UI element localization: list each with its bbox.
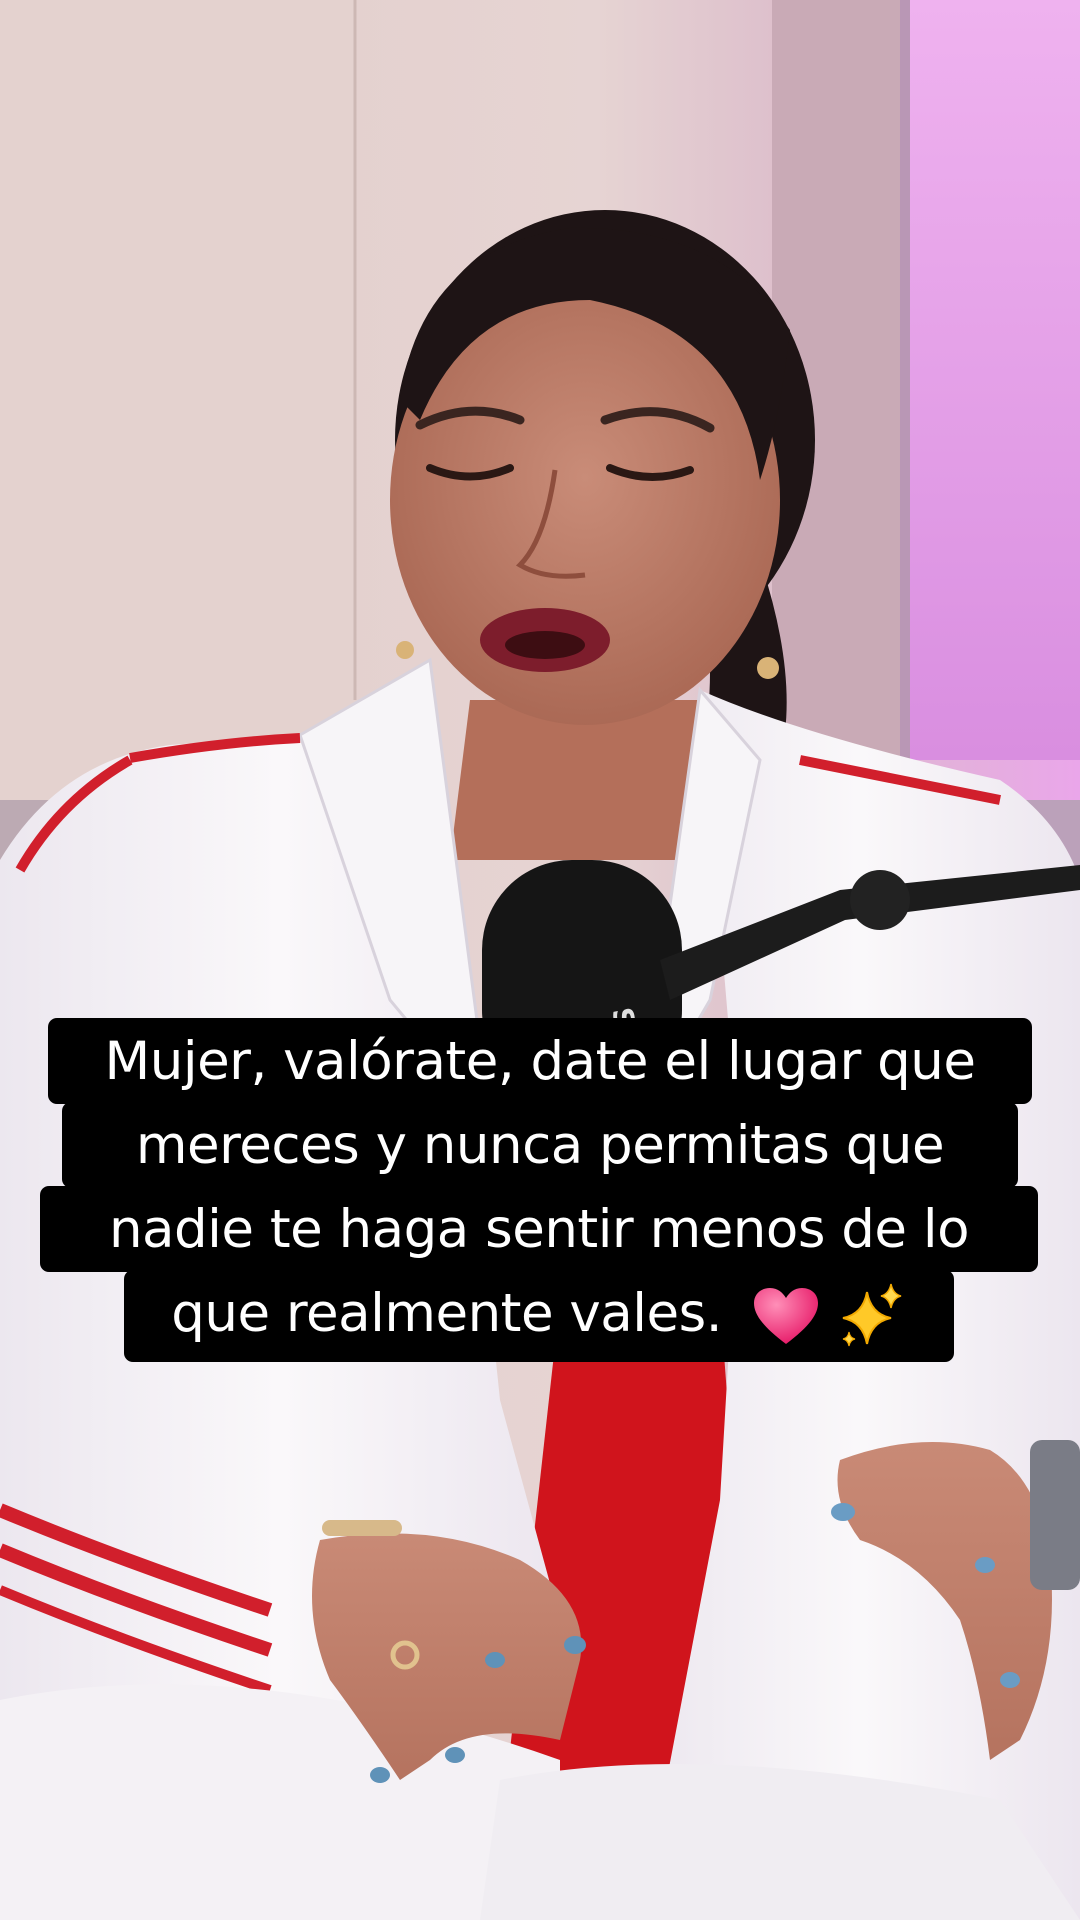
caption-line-2: mereces y nunca permitas que	[62, 1102, 1018, 1188]
caption-line-4: que realmente vales.	[124, 1270, 954, 1362]
caption-text-3: nadie te haga sentir menos de lo	[108, 1199, 970, 1261]
caption-text-2: mereces y nunca permitas que	[135, 1115, 945, 1177]
video-frame: SHURE Mujer, valórate, date el lugar que…	[0, 0, 1080, 1920]
caption-line-1: Mujer, valórate, date el lugar que	[48, 1018, 1032, 1104]
emoji-group	[752, 1272, 906, 1356]
heart-icon	[754, 1287, 819, 1344]
podcast-scene: SHURE	[0, 0, 1080, 1920]
caption-text-1: Mujer, valórate, date el lugar que	[104, 1031, 976, 1093]
sparkles-icon	[842, 1283, 901, 1346]
caption-line-3: nadie te haga sentir menos de lo	[40, 1186, 1038, 1272]
caption-overlay: Mujer, valórate, date el lugar que merec…	[0, 1018, 1080, 1398]
caption-text-4: que realmente vales.	[171, 1283, 723, 1345]
